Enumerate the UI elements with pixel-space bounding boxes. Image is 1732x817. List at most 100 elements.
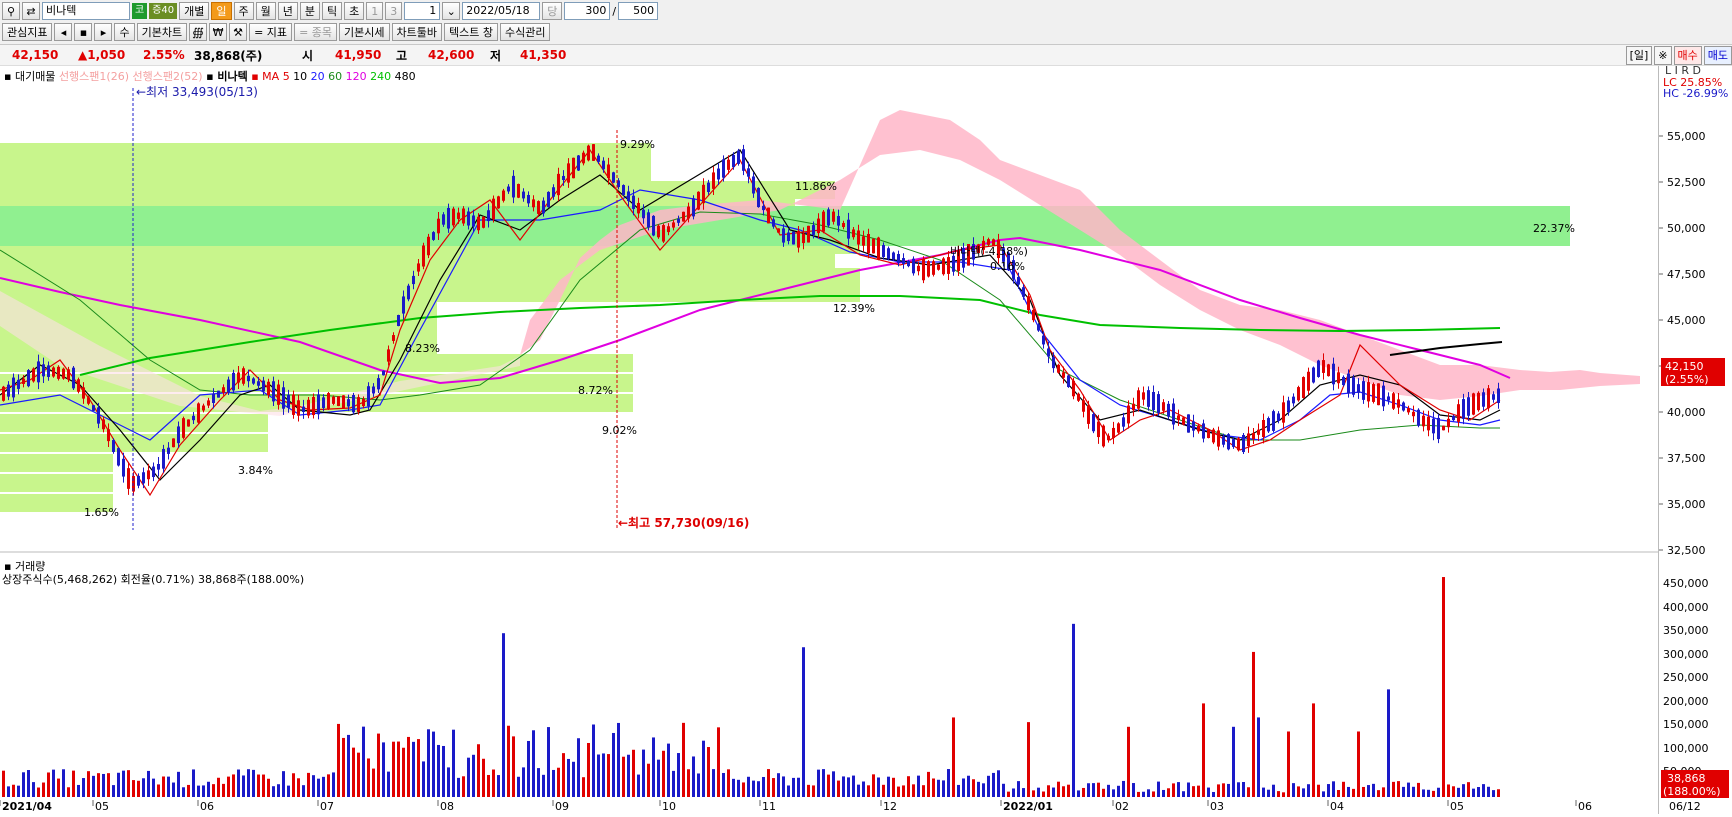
volume-bar — [262, 774, 265, 797]
display-count-input[interactable]: 300 — [564, 2, 611, 20]
volume-bar — [982, 783, 985, 797]
settings-icon[interactable]: ※ — [1654, 46, 1672, 65]
candle-body — [1452, 415, 1455, 421]
tools-icon[interactable]: ⚒ — [229, 23, 248, 41]
candle-body — [347, 399, 350, 407]
candle-body — [732, 154, 735, 168]
mode-month[interactable]: 월 — [255, 2, 276, 20]
candle — [1417, 408, 1420, 428]
volume-bar — [1422, 789, 1425, 797]
volume-bar — [862, 781, 865, 797]
price-chart[interactable]: ←최저 33,493(05/13) ←최고 57,730(09/16) 9.29% 1… — [0, 66, 1658, 814]
number-button[interactable]: 수 — [114, 23, 135, 41]
candle-body — [727, 159, 730, 170]
candle — [1347, 369, 1350, 398]
stock-name-input[interactable]: 비나텍 — [42, 2, 130, 20]
search-icon[interactable]: ⚲ — [2, 2, 20, 20]
indicator-button[interactable]: = 지표 — [249, 23, 293, 41]
low-value: 41,350 — [520, 48, 567, 62]
volume-bar — [977, 781, 980, 797]
volume-bar — [1257, 717, 1260, 797]
volume-bar — [1212, 791, 1215, 797]
count-select[interactable]: 1 — [404, 2, 441, 20]
mode-week[interactable]: 주 — [233, 2, 254, 20]
candle-body — [1217, 430, 1220, 447]
formula-manage-button[interactable]: 수식관리 — [499, 23, 551, 41]
price-bar-right-buttons: [일] ※ 매수 매도 — [1625, 46, 1732, 65]
prev-icon[interactable]: ◂ — [54, 23, 73, 41]
volume-bar — [107, 773, 110, 797]
candle-body — [892, 252, 895, 260]
volume-bar — [122, 770, 125, 797]
current-pct-label: (2.55%) — [1665, 373, 1709, 386]
mode-year[interactable]: 년 — [277, 2, 298, 20]
volume-bar — [7, 786, 10, 797]
candle — [1357, 378, 1360, 399]
tick-1[interactable]: 1 — [366, 2, 384, 20]
volume-bar — [617, 722, 620, 797]
candle-body — [1197, 425, 1200, 432]
candle — [172, 438, 175, 448]
won-icon[interactable]: ₩ — [209, 23, 228, 41]
volume-bar — [667, 743, 670, 797]
current-toggle[interactable]: 당 — [542, 2, 563, 20]
candle-body — [747, 168, 750, 177]
mode-tick[interactable]: 틱 — [322, 2, 343, 20]
candle-body — [7, 384, 10, 397]
candle-body — [312, 396, 315, 416]
candle-body — [192, 415, 195, 421]
volume-bar — [827, 774, 830, 797]
supply-zone-10 — [0, 268, 860, 286]
buy-button[interactable]: 매수 — [1673, 46, 1702, 65]
chart-type-icon[interactable]: ∰ — [189, 23, 208, 41]
basic-quote-button[interactable]: 기본시세 — [339, 23, 390, 41]
volume-bar — [1442, 577, 1445, 797]
candle-body — [652, 215, 655, 236]
candle-body — [632, 195, 635, 209]
chart-toolbar-button[interactable]: 차트툴바 — [391, 23, 442, 41]
volume-bar — [647, 763, 650, 797]
stock-button[interactable]: = 종목 — [294, 23, 338, 41]
candle — [927, 260, 930, 278]
mode-individual[interactable]: 개별 — [179, 2, 210, 20]
volume-bar — [142, 778, 145, 797]
candle-body — [802, 233, 805, 244]
volume-bar — [147, 770, 150, 797]
candle-body — [377, 378, 380, 390]
tick-3[interactable]: 3 — [385, 2, 403, 20]
volume-bar — [1222, 783, 1225, 797]
candle-body — [97, 407, 100, 424]
chevron-down-icon[interactable]: ⌄ — [442, 2, 461, 20]
candle-body — [257, 381, 260, 386]
candle-body — [462, 208, 465, 224]
basic-chart-button[interactable]: 기본차트 — [136, 23, 188, 41]
volume-bar — [882, 784, 885, 797]
total-count-input[interactable]: 500 — [618, 2, 659, 20]
candle-body — [1437, 417, 1440, 440]
volume-bar — [1232, 726, 1235, 797]
volume-bar — [582, 777, 585, 797]
next-icon[interactable]: ▸ — [94, 23, 113, 41]
candle — [502, 188, 505, 203]
sell-button[interactable]: 매도 — [1703, 46, 1732, 65]
candle — [922, 256, 925, 284]
stop-icon[interactable]: ▪ — [74, 23, 93, 41]
candle-body — [927, 261, 930, 277]
volume-bar — [1392, 781, 1395, 797]
candle-body — [427, 236, 430, 256]
volume-bar — [1357, 731, 1360, 797]
text-window-button[interactable]: 텍스트 창 — [444, 23, 498, 41]
interest-indicator-button[interactable]: 관심지표 — [2, 23, 53, 41]
volume-bar — [1452, 786, 1455, 797]
candle — [357, 394, 360, 415]
candle-body — [467, 211, 470, 226]
candle — [1247, 426, 1250, 453]
candle-body — [1057, 364, 1060, 373]
date-select[interactable]: 2022/05/18 — [462, 2, 541, 20]
mode-minute[interactable]: 분 — [299, 2, 321, 20]
period-day-button[interactable]: [일] — [1625, 46, 1653, 65]
refresh-icon[interactable]: ⇄ — [22, 2, 40, 20]
mode-day[interactable]: 일 — [211, 2, 232, 20]
candle — [382, 370, 385, 376]
mode-second[interactable]: 초 — [344, 2, 365, 20]
